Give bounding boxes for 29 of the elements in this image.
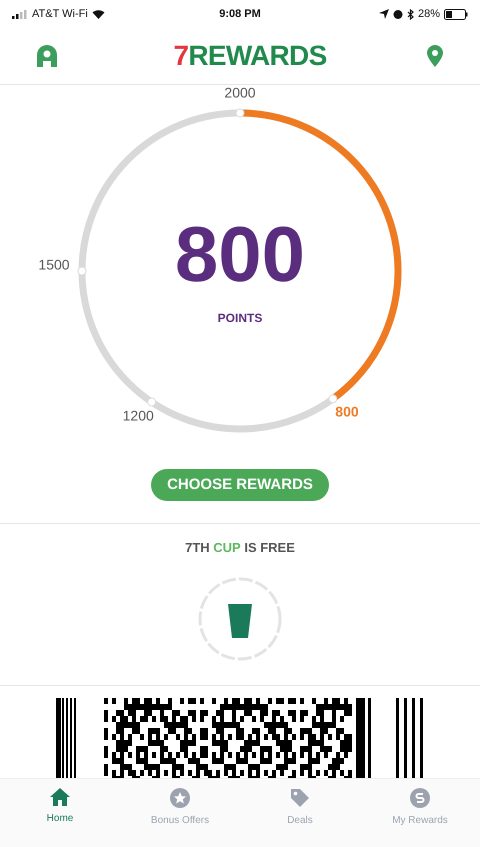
wifi-icon [92, 9, 105, 19]
points-label: POINTS [218, 310, 262, 327]
map-pin-icon[interactable] [426, 44, 444, 68]
cup-offer-text: 7TH CUP IS FREE [185, 539, 295, 557]
nav-tab[interactable]: Bonus Offers [120, 779, 240, 847]
clock-time: 9:08 PM [219, 6, 261, 22]
choose-rewards-button[interactable]: CHOOSE REWARDS [151, 469, 329, 501]
cup-progress-icon [197, 576, 283, 662]
app-logo: 7REWARDS [173, 42, 327, 70]
nav-tab[interactable]: Home [0, 779, 120, 847]
location-arrow-icon [378, 9, 389, 19]
battery-percent: 28% [418, 6, 440, 22]
battery-icon [444, 8, 468, 20]
home-icon [49, 787, 71, 807]
nav-tab[interactable]: Deals [240, 779, 360, 847]
coin-icon [409, 787, 431, 809]
points-value: 800 [174, 215, 306, 293]
tag-icon [289, 787, 311, 809]
signal-icon [12, 10, 28, 18]
carrier-name: AT&T Wi-Fi [32, 6, 88, 22]
alarm-icon [392, 9, 403, 19]
star-badge-icon [169, 787, 191, 809]
gauge-tick-label: 1200 [122, 406, 154, 426]
gauge-tick-label: 800 [335, 402, 359, 422]
nav-tab[interactable]: My Rewards [360, 779, 480, 847]
profile-icon[interactable] [36, 44, 58, 68]
bluetooth-icon [406, 8, 414, 20]
gauge-tick-label: 2000 [224, 84, 256, 102]
gauge-tick-label: 1500 [38, 256, 70, 274]
